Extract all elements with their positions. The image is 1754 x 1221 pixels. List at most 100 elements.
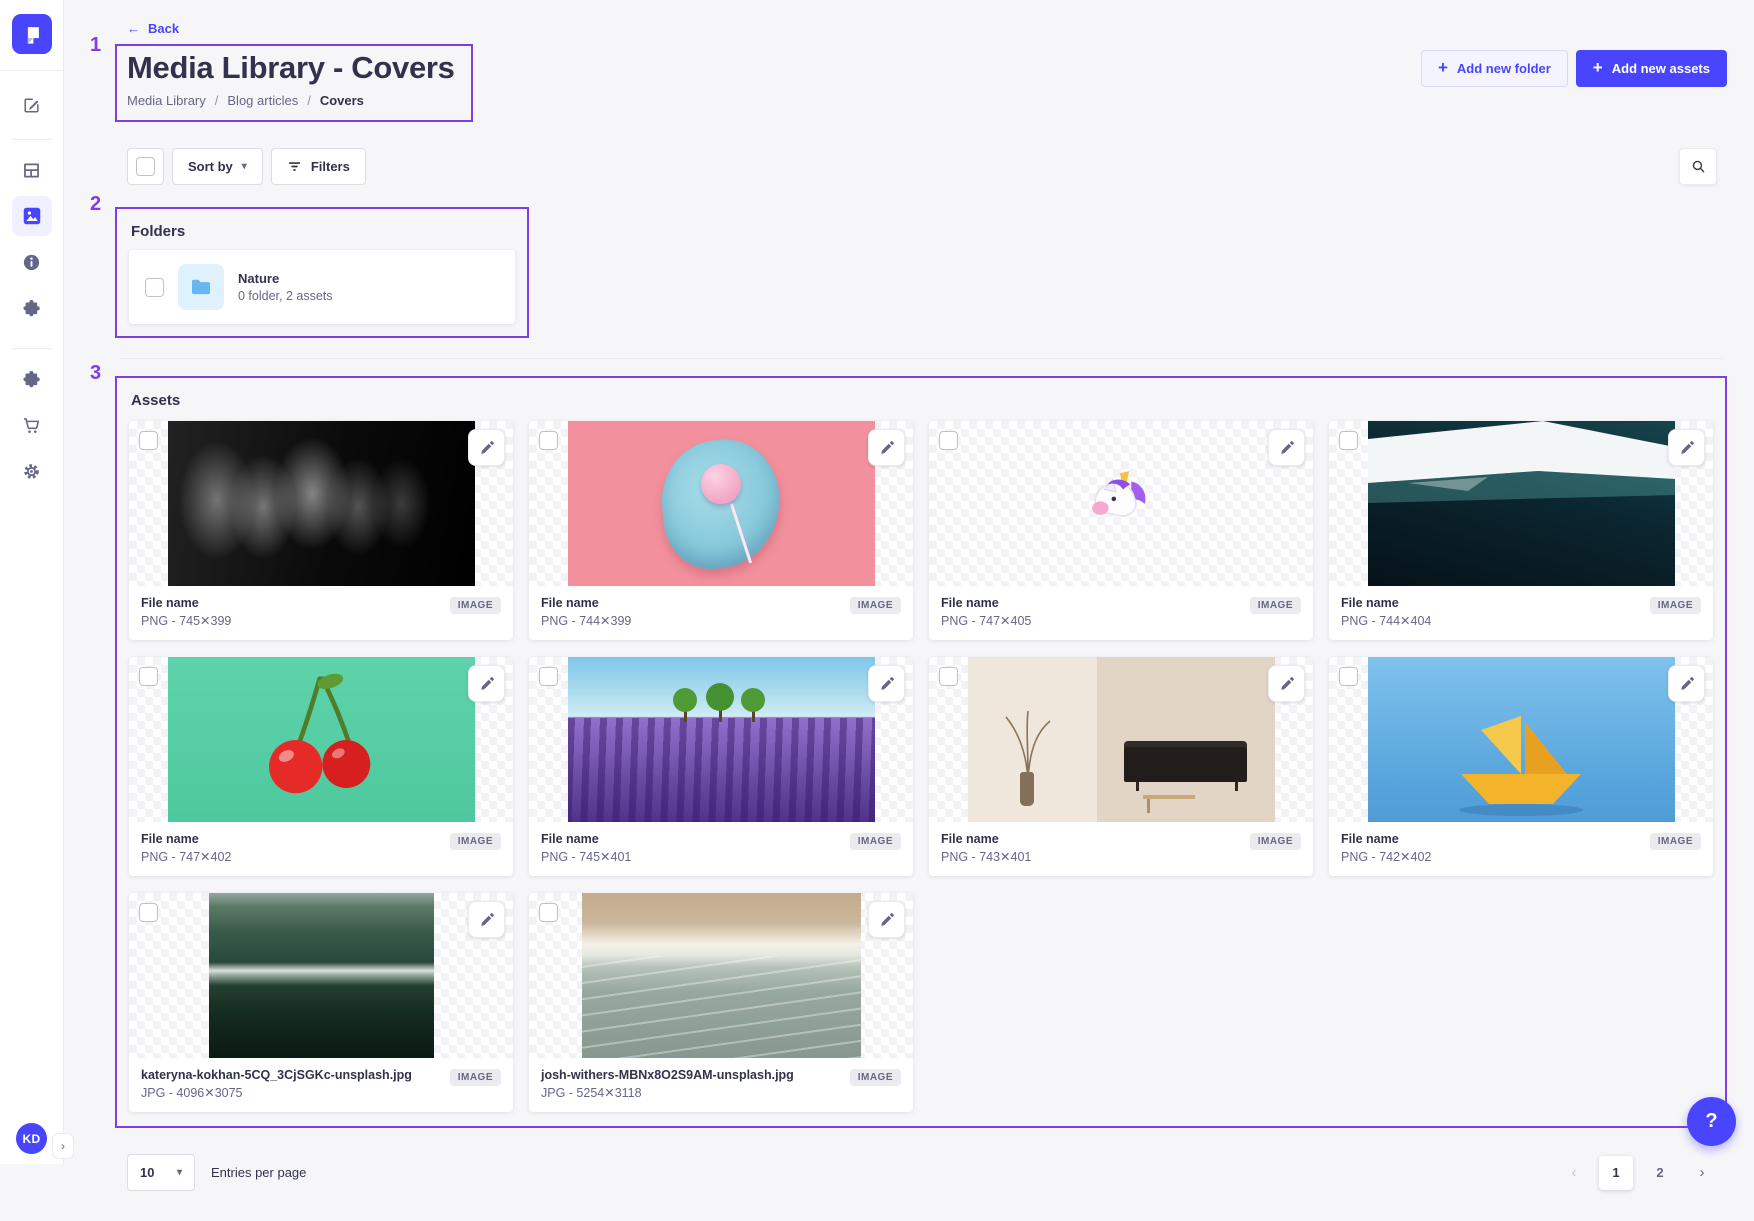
edit-asset-button[interactable] (1268, 665, 1305, 702)
search-button[interactable] (1679, 148, 1717, 185)
sidebar-item-content-manager[interactable] (12, 85, 52, 125)
chevron-down-icon: ▾ (177, 1167, 182, 1178)
folder-card-nature[interactable]: Nature 0 folder, 2 assets (129, 250, 515, 324)
collapse-sidebar-button[interactable]: › (52, 1133, 74, 1159)
thumbnail-art-beach (582, 893, 861, 1058)
back-arrow-icon: ← (127, 21, 140, 36)
asset-checkbox[interactable] (1339, 667, 1358, 686)
sidebar-item-plugins[interactable] (12, 288, 52, 328)
edit-asset-button[interactable] (1668, 429, 1705, 466)
thumbnail-art-lavender (568, 657, 875, 822)
add-new-folder-button[interactable]: + Add new folder (1421, 50, 1568, 87)
breadcrumb-current-covers: Covers (320, 93, 364, 108)
asset-checkbox[interactable] (139, 667, 158, 686)
asset-card[interactable]: File name PNG - 747✕402 IMAGE (129, 657, 513, 876)
previous-page-button[interactable]: ‹ (1559, 1158, 1589, 1188)
asset-checkbox[interactable] (139, 431, 158, 450)
chevron-left-icon: ‹ (1572, 1164, 1577, 1181)
edit-asset-button[interactable] (468, 429, 505, 466)
help-button[interactable]: ? (1687, 1097, 1736, 1146)
sidebar-item-marketplace[interactable] (12, 359, 52, 399)
asset-info: File name PNG - 744✕404 (1341, 596, 1431, 628)
asset-card[interactable]: josh-withers-MBNx8O2S9AM-unsplash.jpg JP… (529, 893, 913, 1112)
edit-pencil-icon (1279, 440, 1295, 456)
search-icon (1690, 158, 1707, 175)
asset-type-badge: IMAGE (1650, 597, 1701, 614)
sidebar-item-purchase[interactable] (12, 405, 52, 445)
page-header: 1 Media Library - Covers Media Library /… (115, 44, 1727, 122)
art-shape (701, 464, 741, 504)
asset-info: File name PNG - 747✕405 (941, 596, 1031, 628)
asset-checkbox[interactable] (939, 667, 958, 686)
strapi-logo[interactable] (12, 14, 52, 54)
edit-asset-button[interactable] (1668, 665, 1705, 702)
thumbnail-art-paper-boat (1368, 657, 1675, 822)
asset-card[interactable]: File name PNG - 745✕401 IMAGE (529, 657, 913, 876)
sort-by-button[interactable]: Sort by ▾ (172, 148, 263, 185)
edit-asset-button[interactable] (868, 429, 905, 466)
back-link[interactable]: ← Back (127, 21, 179, 36)
asset-file-name: File name (141, 832, 231, 846)
plus-icon: + (1593, 59, 1603, 76)
breadcrumb-blog-articles[interactable]: Blog articles (227, 93, 298, 108)
toolbar-left: Sort by ▾ Filters (127, 148, 366, 185)
add-new-assets-button[interactable]: + Add new assets (1576, 50, 1727, 87)
folder-icon (189, 275, 213, 299)
main-content: ← Back 1 Media Library - Covers Media Li… (64, 0, 1754, 1221)
asset-file-meta: PNG - 745✕399 (141, 613, 231, 628)
asset-checkbox[interactable] (539, 431, 558, 450)
iceberg-graphic (1368, 421, 1675, 586)
folder-info: Nature 0 folder, 2 assets (238, 271, 333, 303)
asset-checkbox[interactable] (539, 903, 558, 922)
page-button-1[interactable]: 1 (1599, 1156, 1633, 1190)
sidebar-item-content-type-builder[interactable] (12, 150, 52, 190)
art-shape (1235, 782, 1238, 790)
edit-asset-button[interactable] (1268, 429, 1305, 466)
asset-file-name: File name (141, 596, 231, 610)
select-all-checkbox[interactable] (136, 157, 155, 176)
asset-type-badge: IMAGE (850, 597, 901, 614)
asset-checkbox[interactable] (1339, 431, 1358, 450)
content-type-builder-icon (21, 160, 42, 181)
annotation-box-1: 1 Media Library - Covers Media Library /… (115, 44, 473, 122)
asset-file-meta: JPG - 4096✕3075 (141, 1085, 412, 1100)
avatar[interactable]: KD (16, 1123, 47, 1154)
asset-thumbnail (129, 421, 513, 586)
asset-card[interactable]: File name PNG - 744✕399 IMAGE (529, 421, 913, 640)
sidebar-item-media-library[interactable] (12, 196, 52, 236)
section-divider (119, 358, 1723, 359)
edit-asset-button[interactable] (468, 665, 505, 702)
sidebar-item-documentation[interactable] (12, 242, 52, 282)
asset-card[interactable]: File name PNG - 742✕402 IMAGE (1329, 657, 1713, 876)
entries-per-page: 10 ▾ Entries per page (127, 1154, 306, 1191)
asset-file-name: File name (1341, 832, 1431, 846)
sidebar-item-settings[interactable] (12, 451, 52, 491)
edit-pencil-icon (479, 440, 495, 456)
asset-checkbox[interactable] (139, 903, 158, 922)
page-button-2[interactable]: 2 (1643, 1156, 1677, 1190)
art-shape (582, 956, 861, 1058)
assets-heading: Assets (129, 388, 1713, 419)
asset-card[interactable]: File name PNG - 745✕399 IMAGE (129, 421, 513, 640)
asset-file-meta: JPG - 5254✕3118 (541, 1085, 794, 1100)
next-page-button[interactable]: › (1687, 1158, 1717, 1188)
filters-button[interactable]: Filters (271, 148, 366, 185)
asset-checkbox[interactable] (539, 667, 558, 686)
asset-type-badge: IMAGE (450, 597, 501, 614)
asset-info: File name PNG - 747✕402 (141, 832, 231, 864)
asset-card-footer: File name PNG - 743✕401 IMAGE (929, 822, 1313, 876)
asset-card[interactable]: File name PNG - 743✕401 IMAGE (929, 657, 1313, 876)
asset-card[interactable]: kateryna-kokhan-5CQ_3CjSGKc-unsplash.jpg… (129, 893, 513, 1112)
edit-asset-button[interactable] (868, 665, 905, 702)
content-manager-icon (21, 95, 42, 116)
edit-asset-button[interactable] (868, 901, 905, 938)
breadcrumb-media-library[interactable]: Media Library (127, 93, 206, 108)
asset-type-badge: IMAGE (850, 833, 901, 850)
asset-info: kateryna-kokhan-5CQ_3CjSGKc-unsplash.jpg… (141, 1068, 412, 1100)
folder-checkbox[interactable] (145, 278, 164, 297)
asset-card[interactable]: File name PNG - 747✕405 IMAGE (929, 421, 1313, 640)
asset-checkbox[interactable] (939, 431, 958, 450)
edit-asset-button[interactable] (468, 901, 505, 938)
asset-card[interactable]: File name PNG - 744✕404 IMAGE (1329, 421, 1713, 640)
entries-per-page-select[interactable]: 10 ▾ (127, 1154, 195, 1191)
